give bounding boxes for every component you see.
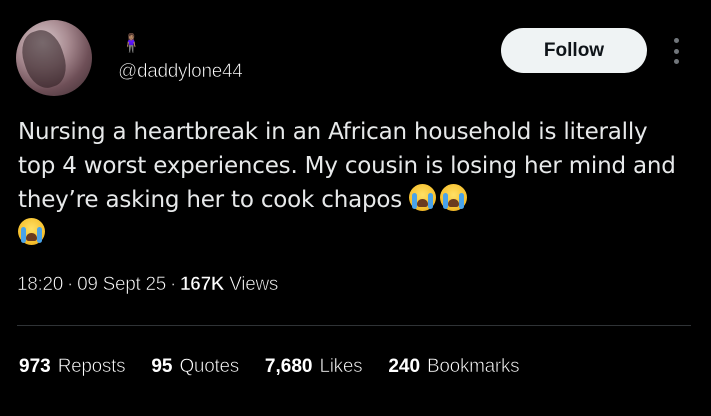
reposts-count: 973 (19, 356, 51, 377)
quotes-stat[interactable]: 95 Quotes (151, 356, 239, 378)
dot (673, 48, 679, 54)
tweet-date[interactable]: 09 Sept 25 (77, 274, 167, 296)
bookmarks-stat[interactable]: 240 Bookmarks (388, 356, 520, 378)
tweet-meta: 18:20 · 09 Sept 25 · 167K Views (17, 274, 279, 296)
likes-count: 7,680 (264, 356, 313, 377)
quotes-label: Quotes (179, 356, 239, 378)
views-count: 167K (180, 274, 225, 296)
separator: · (170, 274, 177, 296)
dot (673, 59, 679, 64)
follow-button[interactable]: Follow (501, 28, 647, 73)
engagement-stats: 973 Reposts 95 Quotes 7,680 Likes 240 Bo… (19, 356, 545, 378)
bookmarks-label: Bookmarks (427, 356, 520, 378)
username-handle[interactable]: @daddylone44 (118, 61, 243, 83)
crying-face-icon (440, 184, 468, 211)
crying-face-icon (18, 218, 45, 245)
divider (17, 325, 691, 326)
bookmarks-count: 240 (388, 356, 421, 377)
separator: · (67, 274, 74, 296)
dot (673, 38, 679, 43)
reposts-label: Reposts (57, 356, 126, 378)
crying-face-icon (409, 184, 437, 211)
avatar[interactable] (16, 20, 92, 96)
tweet-time[interactable]: 18:20 (17, 274, 64, 296)
display-name[interactable]: 🧍🏽‍♀️ (120, 32, 142, 56)
tweet-text: Nursing a heartbreak in an African house… (18, 115, 690, 251)
likes-stat[interactable]: 7,680 Likes (264, 356, 363, 378)
likes-label: Likes (319, 356, 363, 378)
tweet-body: Nursing a heartbreak in an African house… (18, 119, 683, 213)
more-options-icon[interactable] (664, 38, 688, 64)
views-label: Views (229, 274, 279, 296)
person-standing-emoji: 🧍🏽‍♀️ (120, 33, 143, 54)
reposts-stat[interactable]: 973 Reposts (19, 356, 126, 378)
quotes-count: 95 (151, 356, 173, 377)
